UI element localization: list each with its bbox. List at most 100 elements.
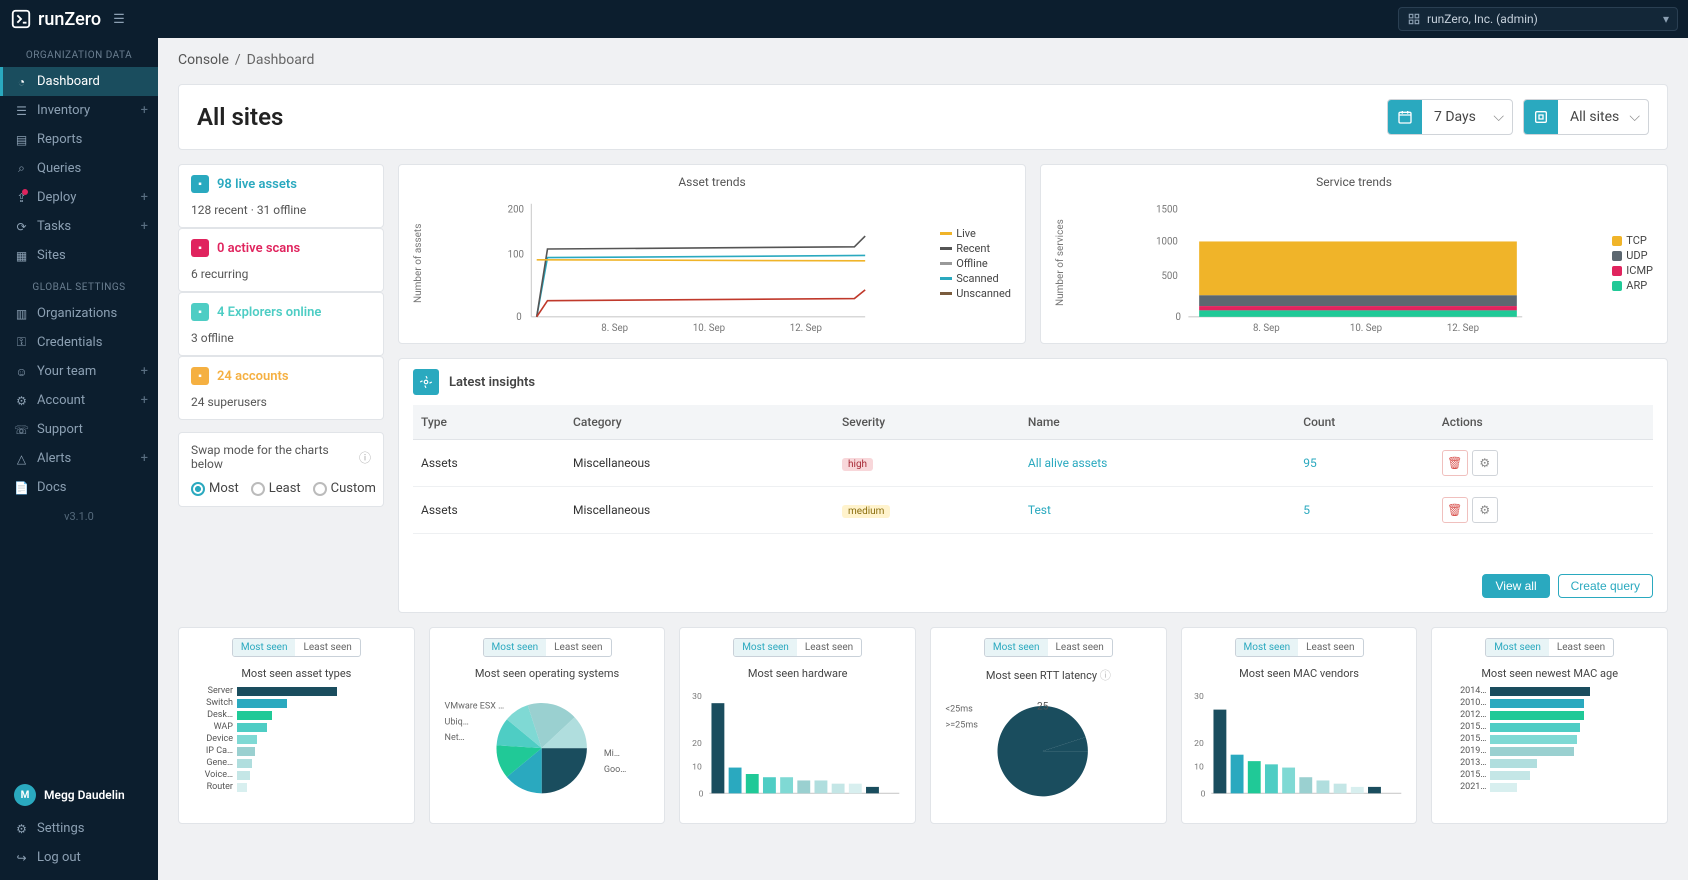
svg-text:Net…: Net… [444, 733, 464, 743]
radio-dot [191, 482, 205, 496]
mini-chart-card: Most seenLeast seenMost seen hardware302… [679, 627, 916, 824]
sidebar-item-deploy[interactable]: ⇪Deploy+ [0, 183, 158, 212]
plus-icon[interactable]: + [141, 103, 148, 118]
table-row: AssetsMiscellaneousmediumTest5🗑⚙ [413, 487, 1653, 534]
sidebar-item-tasks[interactable]: ⟳Tasks+ [0, 212, 158, 241]
tab-toggle[interactable]: Most seenLeast seen [483, 638, 612, 657]
svg-text:100: 100 [508, 250, 524, 261]
legend-item: ARP [1612, 279, 1653, 292]
legend-item: UDP [1612, 249, 1653, 262]
service-trends-chart: Service trends Number of services 1500 1… [1040, 164, 1668, 344]
swap-radio-most[interactable]: Most [191, 481, 239, 496]
page-title: All sites [197, 103, 283, 131]
sidebar-item-organizations[interactable]: ▥Organizations [0, 299, 158, 328]
insight-name-link[interactable]: All alive assets [1028, 456, 1107, 470]
sidebar-item-log-out[interactable]: ↪Log out [0, 843, 158, 872]
sidebar-item-inventory[interactable]: ☰Inventory+ [0, 96, 158, 125]
nav-icon: ☏ [14, 423, 29, 437]
sidebar-item-support[interactable]: ☏Support [0, 415, 158, 444]
svg-text:0: 0 [1175, 312, 1180, 323]
settings-icon[interactable]: ⚙ [1472, 497, 1498, 523]
nav-icon: ☰ [14, 104, 29, 118]
nav-icon: ⚙ [14, 394, 29, 408]
insight-name-link[interactable]: Test [1028, 503, 1051, 517]
swap-radio-custom[interactable]: Custom [313, 481, 376, 496]
tab-toggle[interactable]: Most seenLeast seen [232, 638, 361, 657]
breadcrumb-root[interactable]: Console [178, 52, 229, 68]
sidebar-item-account[interactable]: ⚙Account+ [0, 386, 158, 415]
plus-icon[interactable]: + [141, 190, 148, 205]
nav-icon: 📄 [14, 481, 29, 495]
insight-count-link[interactable]: 95 [1303, 456, 1317, 470]
avatar: M [14, 784, 36, 806]
svg-text:Goo…: Goo… [603, 765, 625, 775]
plus-icon[interactable]: + [141, 393, 148, 408]
nav-icon: ⌕ [14, 161, 29, 176]
info-icon[interactable]: ⓘ [1100, 669, 1111, 682]
info-icon[interactable]: ⓘ [359, 449, 371, 466]
plus-icon[interactable]: + [141, 451, 148, 466]
sidebar-item-docs[interactable]: 📄Docs [0, 473, 158, 502]
nav-icon: ⟳ [14, 220, 29, 234]
org-selector[interactable]: runZero, Inc. (admin) [1398, 7, 1678, 31]
svg-text:0: 0 [516, 312, 521, 323]
delete-icon[interactable]: 🗑 [1442, 497, 1468, 523]
asset-trends-chart: Asset trends Number of assets 200 100 0 [398, 164, 1026, 344]
stat-card[interactable]: ▪98 live assets128 recent · 31 offline [178, 164, 384, 228]
sidebar-item-alerts[interactable]: △Alerts+ [0, 444, 158, 473]
svg-text:10. Sep: 10. Sep [693, 323, 725, 333]
view-all-button[interactable]: View all [1482, 574, 1549, 598]
site-icon [1524, 100, 1558, 134]
nav-icon: ⚿ [14, 335, 29, 350]
sidebar-item-sites[interactable]: ▦Sites [0, 241, 158, 270]
tab-toggle[interactable]: Most seenLeast seen [984, 638, 1113, 657]
nav-icon: ▥ [14, 307, 29, 321]
tab-toggle[interactable]: Most seenLeast seen [1485, 638, 1614, 657]
sidebar-item-settings[interactable]: ⚙Settings [0, 814, 158, 843]
calendar-icon [1388, 100, 1422, 134]
svg-text:12. Sep: 12. Sep [1447, 323, 1479, 333]
mini-chart-card: Most seenLeast seenMost seen RTT latency… [930, 627, 1167, 824]
period-selector[interactable]: 7 Days [1387, 99, 1513, 135]
svg-text:<25ms: <25ms [946, 705, 974, 715]
create-query-button[interactable]: Create query [1558, 574, 1653, 598]
menu-toggle-icon[interactable]: ☰ [113, 12, 125, 27]
swap-mode-card: Swap mode for the charts belowⓘ MostLeas… [178, 432, 384, 507]
delete-icon[interactable]: 🗑 [1442, 450, 1468, 476]
svg-text:VMware ESX …: VMware ESX … [444, 702, 504, 712]
insight-count-link[interactable]: 5 [1303, 503, 1310, 517]
legend-item: Unscanned [940, 287, 1011, 300]
sidebar-item-queries[interactable]: ⌕Queries [0, 154, 158, 183]
tab-toggle[interactable]: Most seenLeast seen [733, 638, 862, 657]
svg-text:20: 20 [1194, 739, 1204, 749]
mini-chart-card: Most seenLeast seenMost seen MAC vendors… [1181, 627, 1418, 824]
stat-card[interactable]: ▪0 active scans6 recurring [178, 228, 384, 292]
swap-radio-least[interactable]: Least [251, 481, 301, 496]
user-profile[interactable]: M Megg Daudelin [0, 776, 158, 814]
insights-card: Latest insights TypeCategorySeverityName… [398, 358, 1668, 613]
site-selector[interactable]: All sites [1523, 99, 1649, 135]
tab-toggle[interactable]: Most seenLeast seen [1235, 638, 1364, 657]
sidebar-item-credentials[interactable]: ⚿Credentials [0, 328, 158, 357]
breadcrumb-current: Dashboard [247, 52, 315, 68]
topbar: runZero ☰ runZero, Inc. (admin) [0, 0, 1688, 38]
page-header: All sites 7 Days All sites [178, 84, 1668, 150]
insights-table: TypeCategorySeverityNameCountActions Ass… [413, 405, 1653, 534]
legend-item: Recent [940, 242, 1011, 255]
stat-card[interactable]: ▪4 Explorers online3 offline [178, 292, 384, 356]
main-content: Console / Dashboard All sites 7 Days All… [158, 38, 1688, 880]
nav-icon: ▤ [14, 133, 29, 147]
svg-text:10: 10 [1194, 763, 1204, 773]
plus-icon[interactable]: + [141, 364, 148, 379]
radio-dot [251, 482, 265, 496]
plus-icon[interactable]: + [141, 219, 148, 234]
sidebar-item-your-team[interactable]: ☺Your team+ [0, 357, 158, 386]
svg-text:0: 0 [1200, 790, 1205, 800]
sidebar-item-dashboard[interactable]: ◔Dashboard [0, 67, 158, 96]
sidebar-item-reports[interactable]: ▤Reports [0, 125, 158, 154]
stat-card[interactable]: ▪24 accounts24 superusers [178, 356, 384, 420]
settings-icon[interactable]: ⚙ [1472, 450, 1498, 476]
service-trends-svg: 1500 1000 500 0 8. Sep 10. Sep [1074, 193, 1604, 333]
svg-text:30: 30 [1194, 692, 1204, 702]
breadcrumb: Console / Dashboard [178, 52, 1668, 68]
